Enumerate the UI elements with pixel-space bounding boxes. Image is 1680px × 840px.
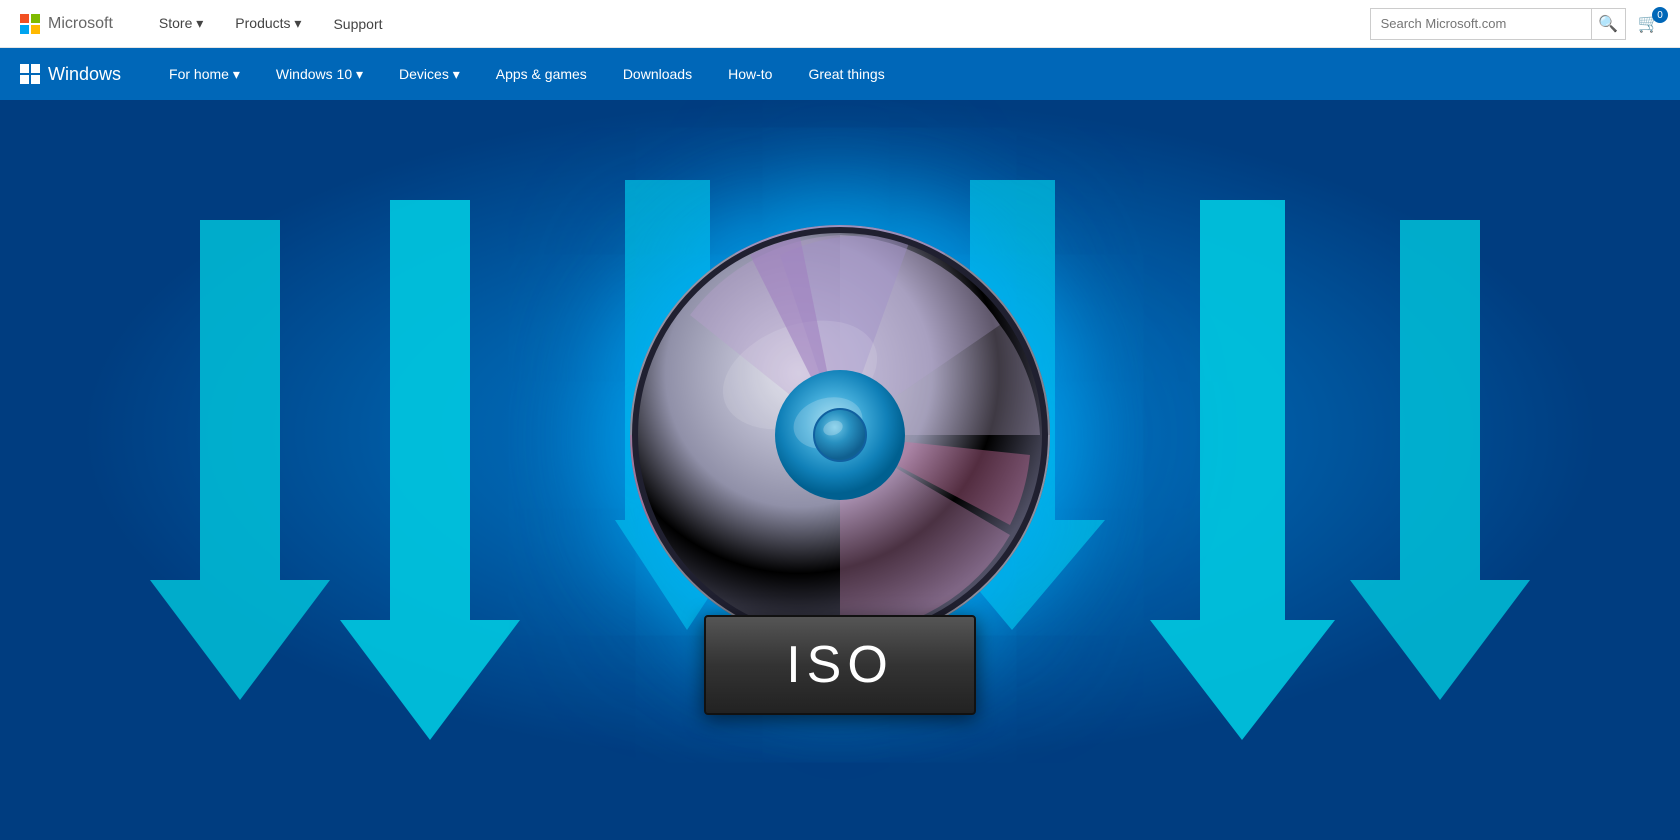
win-nav-devices[interactable]: Devices ▾ [381, 48, 478, 100]
search-button[interactable]: 🔍 [1591, 8, 1625, 40]
microsoft-logo-text: Microsoft [48, 15, 113, 33]
windows-nav-links: For home ▾ Windows 10 ▾ Devices ▾ Apps &… [151, 48, 903, 100]
top-navigation: Microsoft Store ▾ Products ▾ Support 🔍 🛒… [0, 0, 1680, 48]
windows-logo-text: Windows [48, 64, 121, 85]
win-nav-great-things[interactable]: Great things [790, 48, 902, 100]
ms-logo-grid [20, 14, 40, 34]
windows-flag-icon [20, 64, 40, 84]
win-nav-apps-games[interactable]: Apps & games [478, 48, 605, 100]
win-nav-downloads[interactable]: Downloads [605, 48, 710, 100]
windows-navigation: Windows For home ▾ Windows 10 ▾ Devices … [0, 48, 1680, 100]
disc-svg [630, 225, 1050, 645]
iso-text: ISO [786, 636, 894, 694]
microsoft-logo[interactable]: Microsoft [20, 14, 113, 34]
hero-section: ISO [0, 100, 1680, 840]
cart-count: 0 [1652, 7, 1668, 23]
top-nav-products[interactable]: Products ▾ [219, 0, 317, 48]
iso-label: ISO [704, 615, 976, 715]
top-nav-store[interactable]: Store ▾ [143, 0, 219, 48]
win-nav-for-home[interactable]: For home ▾ [151, 48, 258, 100]
win-nav-howto[interactable]: How-to [710, 48, 790, 100]
top-nav-support[interactable]: Support [317, 0, 398, 48]
windows-logo[interactable]: Windows [20, 64, 121, 85]
win-nav-windows10[interactable]: Windows 10 ▾ [258, 48, 381, 100]
search-container: 🔍 [1370, 8, 1626, 40]
top-nav-links: Store ▾ Products ▾ Support [143, 0, 1370, 48]
cd-disc [630, 225, 1050, 645]
search-input[interactable] [1371, 9, 1591, 39]
cart-button[interactable]: 🛒 0 [1638, 13, 1660, 34]
disc-container: ISO [630, 225, 1050, 715]
